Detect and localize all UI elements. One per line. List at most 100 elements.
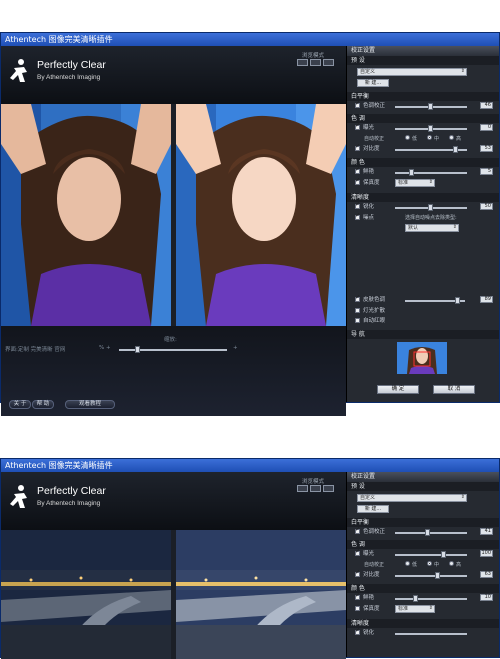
red-eye-label: 自动红眼 (363, 318, 386, 324)
fidelity-select[interactable]: 标准 (395, 179, 435, 187)
white-balance-title: 白平衡 (347, 518, 499, 527)
zoom-slider-knob[interactable] (135, 346, 140, 353)
vibrance-slider-track[interactable] (395, 598, 467, 600)
preset-new-button[interactable]: 新 建... (357, 505, 389, 513)
noise-type-select[interactable]: 默认 (405, 224, 459, 232)
sharpness-title: 清晰度 (347, 619, 499, 628)
red-eye-checkbox[interactable] (355, 318, 360, 323)
view-side-by-side-button[interactable] (323, 485, 334, 492)
cancel-button[interactable]: 取 消 (433, 385, 475, 394)
sharpen-value[interactable]: 50 (480, 203, 493, 210)
auto-medium-radio[interactable] (427, 561, 432, 566)
exposure-slider-track[interactable] (395, 554, 467, 556)
view-split-button[interactable] (310, 485, 321, 492)
about-button[interactable]: 关 于 (9, 400, 31, 409)
navigator-thumbnail[interactable] (397, 342, 447, 374)
tint-slider-knob[interactable] (425, 529, 430, 536)
auto-high-radio[interactable] (449, 135, 454, 140)
corrected-image[interactable] (176, 530, 346, 659)
fidelity-label: 保真度 (363, 180, 380, 186)
corrected-image[interactable] (176, 104, 346, 326)
contrast-slider-knob[interactable] (435, 572, 440, 579)
exposure-slider-knob[interactable] (428, 125, 433, 132)
tutorial-button[interactable]: 观看教程 (65, 400, 115, 409)
fidelity-select[interactable]: 标准 (395, 605, 435, 613)
auto-low-radio[interactable] (405, 561, 410, 566)
exposure-row: 曝光 100 (355, 548, 493, 559)
view-side-by-side-button[interactable] (323, 59, 334, 66)
tint-slider-knob[interactable] (428, 103, 433, 110)
vibrance-slider-track[interactable] (395, 172, 467, 174)
vibrance-checkbox[interactable] (355, 166, 360, 174)
auto-high-radio[interactable] (449, 561, 454, 566)
navigation-title: 导 航 (347, 330, 499, 339)
ok-button[interactable]: 确 定 (377, 385, 419, 394)
skin-tone-slider-knob[interactable] (455, 297, 460, 304)
auto-low-radio[interactable] (405, 135, 410, 140)
noise-row: 噪点 选择自动噪点去除类型: (355, 212, 493, 223)
fidelity-row: 保真度 标准 (355, 177, 493, 188)
tint-correction-checkbox[interactable] (355, 526, 360, 534)
view-single-button[interactable] (297, 485, 308, 492)
contrast-slider-track[interactable] (395, 575, 467, 577)
contrast-value[interactable]: 53 (480, 145, 493, 152)
settings-header: 校正设置 (347, 472, 499, 482)
preset-select[interactable]: 自定义 (357, 68, 467, 76)
tint-slider-track[interactable] (395, 532, 467, 534)
original-image[interactable] (1, 530, 171, 659)
contrast-checkbox[interactable] (355, 569, 360, 577)
noise-hint: 选择自动噪点去除类型: (405, 215, 457, 221)
auto-correction-label: 自动校正 (364, 562, 385, 568)
vibrance-value[interactable]: 10 (480, 594, 493, 601)
sharpen-label: 锐化 (363, 630, 375, 636)
preset-new-button[interactable]: 新 建... (357, 79, 389, 87)
noise-label: 噪点 (363, 215, 375, 221)
vibrance-slider-knob[interactable] (413, 595, 418, 602)
auto-low-label: 低 (412, 562, 418, 568)
vibrance-checkbox[interactable] (355, 592, 360, 600)
original-image[interactable] (1, 104, 171, 326)
view-single-button[interactable] (297, 59, 308, 66)
skin-tone-value[interactable]: 89 (480, 296, 493, 303)
logo-subtitle: By Athentech Imaging (37, 74, 101, 81)
auto-medium-label: 中 (434, 562, 440, 568)
app-window-1: Athentech 图像完美清晰插件 Perfectly Clear By At… (0, 32, 500, 416)
tint-correction-label: 色调校正 (363, 103, 386, 109)
contrast-label: 对比度 (363, 146, 380, 152)
contrast-checkbox[interactable] (355, 143, 360, 151)
contrast-value[interactable]: 63 (480, 571, 493, 578)
tint-value[interactable]: 46 (480, 102, 493, 109)
sharpen-slider-track[interactable] (395, 633, 467, 635)
view-split-button[interactable] (310, 59, 321, 66)
help-button[interactable]: 帮 助 (32, 400, 54, 409)
light-diffusion-checkbox[interactable] (355, 308, 360, 313)
image-compare (1, 104, 346, 326)
noise-checkbox[interactable] (355, 212, 360, 220)
skin-tone-label: 皮肤色调 (363, 297, 386, 303)
vibrance-value[interactable]: 5 (480, 168, 493, 175)
tint-correction-checkbox[interactable] (355, 100, 360, 108)
sharpen-checkbox[interactable] (355, 627, 360, 635)
preset-select[interactable]: 自定义 (357, 494, 467, 502)
exposure-value[interactable]: 0 (480, 124, 493, 131)
vibrance-label: 鲜艳 (363, 169, 375, 175)
exposure-checkbox[interactable] (355, 548, 360, 556)
fidelity-checkbox[interactable] (355, 606, 360, 611)
sharpen-checkbox[interactable] (355, 201, 360, 209)
percent-label: % + (99, 345, 111, 351)
exposure-value[interactable]: 100 (480, 550, 493, 557)
portrait-original (1, 104, 171, 326)
vibrance-slider-knob[interactable] (409, 169, 414, 176)
tint-value[interactable]: 41 (480, 528, 493, 535)
auto-medium-radio[interactable] (427, 135, 432, 140)
exposure-label: 曝光 (363, 125, 375, 131)
tone-title: 色 调 (347, 540, 499, 549)
sharpen-slider-knob[interactable] (428, 204, 433, 211)
fidelity-checkbox[interactable] (355, 177, 360, 185)
exposure-slider-knob[interactable] (441, 551, 446, 558)
exposure-checkbox[interactable] (355, 122, 360, 130)
logo-title: Perfectly Clear (37, 485, 106, 497)
interface-text: 界面:定制 完美清晰 官网 (5, 347, 66, 353)
contrast-slider-knob[interactable] (453, 146, 458, 153)
skin-tone-checkbox[interactable] (355, 294, 360, 302)
